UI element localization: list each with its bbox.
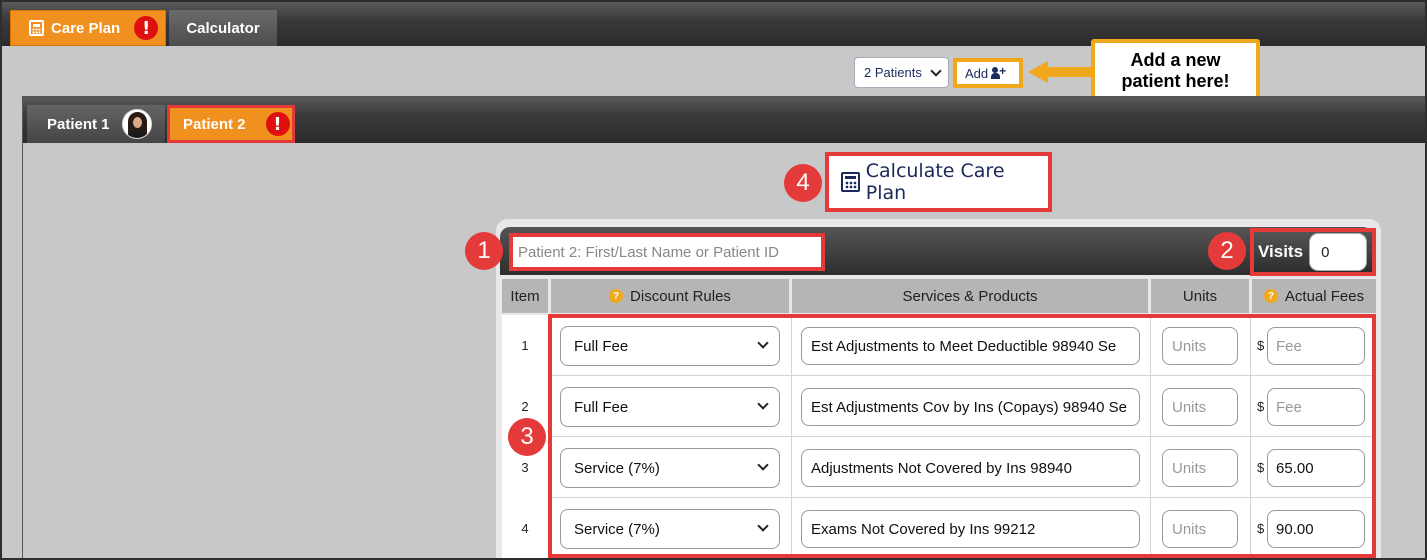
discount-rule-select[interactable]: Service (7%) bbox=[560, 509, 780, 549]
service-input[interactable]: Est Adjustments Cov by Ins (Copays) 9894… bbox=[801, 388, 1140, 426]
service-input[interactable]: Adjustments Not Covered by Ins 98940 bbox=[801, 449, 1140, 487]
tab-patient-2[interactable]: Patient 2 ! bbox=[167, 105, 295, 143]
step-badge-1: 1 bbox=[465, 232, 503, 270]
fee-input[interactable]: 90.00 bbox=[1267, 510, 1365, 548]
column-header-item: Item bbox=[502, 279, 548, 313]
column-header-rules: ? Discount Rules bbox=[551, 279, 789, 313]
add-patient-callout: Add a new patient here! bbox=[1091, 39, 1260, 103]
column-header-services: Services & Products bbox=[792, 279, 1148, 313]
service-input[interactable]: Est Adjustments to Meet Deductible 98940… bbox=[801, 327, 1140, 365]
alert-icon: ! bbox=[134, 16, 159, 40]
units-input[interactable]: Units bbox=[1162, 449, 1238, 487]
chevron-down-icon bbox=[757, 520, 769, 532]
table-row: 3 Service (7%) Adjustments Not Covered b… bbox=[502, 437, 1376, 497]
discount-rule-select[interactable]: Full Fee bbox=[560, 326, 780, 366]
tab-patient-2-label: Patient 2 bbox=[183, 115, 246, 133]
tab-patient-1[interactable]: Patient 1 bbox=[27, 105, 165, 143]
chevron-down-icon bbox=[757, 459, 769, 471]
add-patient-label: Add bbox=[965, 65, 989, 81]
discount-rule-select[interactable]: Service (7%) bbox=[560, 448, 780, 488]
patient-tab-bar: Patient 1 Patient 2 ! bbox=[23, 97, 1425, 143]
care-plan-table: 1 Full Fee Est Adjustments to Meet Deduc… bbox=[502, 315, 1376, 558]
fee-input[interactable]: 65.00 bbox=[1267, 449, 1365, 487]
tab-patient-1-label: Patient 1 bbox=[47, 115, 110, 133]
tab-calculator[interactable]: Calculator bbox=[169, 10, 277, 46]
patient-name-input[interactable]: Patient 2: First/Last Name or Patient ID bbox=[509, 233, 825, 271]
discount-rule-value: Service (7%) bbox=[574, 520, 660, 538]
discount-rule-value: Full Fee bbox=[574, 337, 629, 355]
visits-input[interactable]: 0 bbox=[1309, 233, 1368, 271]
calculator-icon bbox=[841, 172, 860, 192]
service-input[interactable]: Exams Not Covered by Ins 99212 bbox=[801, 510, 1140, 548]
currency-symbol: $ bbox=[1257, 521, 1265, 536]
discount-rule-select[interactable]: Full Fee bbox=[560, 387, 780, 427]
column-header-units: Units bbox=[1151, 279, 1249, 313]
column-header-fees-label: Actual Fees bbox=[1284, 287, 1365, 305]
callout-arrow bbox=[1028, 61, 1094, 83]
step-badge-3: 3 bbox=[508, 418, 546, 456]
fee-input[interactable]: Fee bbox=[1267, 327, 1365, 365]
avatar bbox=[121, 109, 152, 139]
item-number: 4 bbox=[521, 520, 529, 536]
column-header-fees: ? Actual Fees bbox=[1252, 279, 1376, 313]
tab-care-plan-label: Care Plan bbox=[51, 19, 121, 37]
help-icon[interactable]: ? bbox=[609, 289, 624, 303]
tab-calculator-label: Calculator bbox=[186, 19, 260, 37]
table-row: 2 Full Fee Est Adjustments Cov by Ins (C… bbox=[502, 376, 1376, 436]
chevron-down-icon bbox=[757, 398, 769, 410]
chevron-down-icon bbox=[757, 337, 769, 349]
visits-group: Visits 0 bbox=[1250, 228, 1376, 276]
table-row: 1 Full Fee Est Adjustments to Meet Deduc… bbox=[502, 315, 1376, 375]
currency-symbol: $ bbox=[1257, 460, 1265, 475]
step-badge-2: 2 bbox=[1208, 232, 1246, 270]
currency-symbol: $ bbox=[1257, 399, 1265, 414]
calculate-care-plan-label: Calculate Care Plan bbox=[865, 160, 1005, 204]
discount-rule-value: Service (7%) bbox=[574, 459, 660, 477]
chevron-down-icon bbox=[930, 65, 942, 77]
item-number: 1 bbox=[521, 337, 529, 353]
units-input[interactable]: Units bbox=[1162, 388, 1238, 426]
fee-input[interactable]: Fee bbox=[1267, 388, 1365, 426]
patients-count-select[interactable]: 2 Patients bbox=[854, 57, 949, 88]
help-icon[interactable]: ? bbox=[1263, 289, 1278, 303]
calculate-care-plan-button[interactable]: Calculate Care Plan bbox=[825, 152, 1052, 212]
currency-symbol: $ bbox=[1257, 338, 1265, 353]
patients-count-value: 2 Patients bbox=[864, 65, 922, 80]
table-row: 4 Service (7%) Exams Not Covered by Ins … bbox=[502, 498, 1376, 558]
add-patient-button[interactable]: Add bbox=[953, 58, 1023, 88]
care-plan-window: Care Plan ! Calculator 2 Patients Add Ad… bbox=[0, 0, 1427, 560]
calculator-icon bbox=[29, 20, 44, 36]
step-badge-4: 4 bbox=[784, 164, 822, 202]
visits-label: Visits bbox=[1258, 242, 1304, 261]
units-input[interactable]: Units bbox=[1162, 510, 1238, 548]
callout-line-2: patient here! bbox=[1121, 71, 1230, 91]
column-header-rules-label: Discount Rules bbox=[630, 287, 731, 305]
user-plus-icon bbox=[991, 64, 1007, 79]
tab-care-plan[interactable]: Care Plan ! bbox=[10, 10, 166, 46]
alert-icon: ! bbox=[265, 112, 290, 136]
units-input[interactable]: Units bbox=[1162, 327, 1238, 365]
callout-line-1: Add a new bbox=[1130, 50, 1221, 70]
discount-rule-value: Full Fee bbox=[574, 398, 629, 416]
